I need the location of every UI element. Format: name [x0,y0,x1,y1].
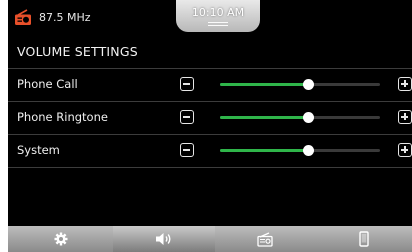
volume-slider[interactable] [220,145,380,156]
slider-fill [220,83,308,86]
row-label: Phone Ringtone [17,110,108,124]
slider-thumb[interactable] [303,79,314,90]
clock-time: 10:10 AM [191,6,245,19]
decrease-button[interactable] [180,110,194,124]
slider-fill [220,149,308,152]
tab-phone[interactable] [315,226,412,252]
frequency-label: 87.5 MHz [39,11,91,24]
gear-icon [54,232,68,246]
volume-row-system: System [8,135,412,167]
decrease-button[interactable] [180,77,194,91]
volume-row-phone-call: Phone Call [8,69,412,101]
screen: 87.5 MHz 10:10 AM VOLUME SETTINGS Phone … [8,0,412,252]
pull-handle-icon [208,22,228,23]
tab-volume[interactable] [113,226,215,252]
slider-thumb[interactable] [303,112,314,123]
row-label: Phone Call [17,77,78,91]
decrease-button[interactable] [180,143,194,157]
row-divider [8,167,412,168]
tab-radio[interactable] [215,226,315,252]
increase-button[interactable] [398,143,412,157]
slider-thumb[interactable] [303,145,314,156]
increase-button[interactable] [398,110,412,124]
row-label: System [17,143,60,157]
tab-settings[interactable] [8,226,113,252]
radio-icon [257,231,273,247]
clock-tab[interactable]: 10:10 AM [176,0,260,32]
phone-icon [358,231,369,247]
radio-icon [14,9,32,26]
volume-slider[interactable] [220,79,380,90]
volume-row-phone-ringtone: Phone Ringtone [8,102,412,134]
speaker-icon [155,232,173,246]
increase-button[interactable] [398,77,412,91]
bottom-nav [8,226,412,252]
status-bar: 87.5 MHz 10:10 AM [8,0,412,34]
page-title: VOLUME SETTINGS [17,44,138,59]
volume-slider[interactable] [220,112,380,123]
slider-fill [220,116,308,119]
